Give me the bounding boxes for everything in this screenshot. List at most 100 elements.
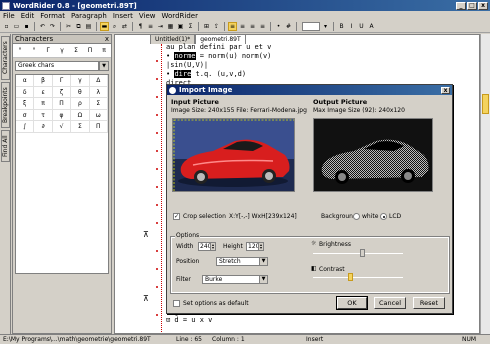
brightness-thumb[interactable] [360,249,365,257]
minimize-button[interactable]: _ [456,1,466,10]
character-cell[interactable]: Γ [52,75,72,87]
character-cell[interactable]: φ [52,109,72,121]
justify-icon[interactable]: ≡ [258,22,267,31]
underline-icon[interactable]: U [357,22,366,31]
find-icon[interactable]: ⌕ [110,22,119,31]
character-cell[interactable]: ∫ [16,121,35,133]
character-cell[interactable]: δ [16,86,35,98]
new-file-icon[interactable]: ▫ [2,22,11,31]
format-icon[interactable]: ¶ [136,22,145,31]
symbol-cell[interactable]: ° [13,44,27,57]
symbol-cell[interactable]: Σ [69,44,83,57]
character-cell[interactable]: ρ [71,98,90,110]
character-cell[interactable]: Σ [89,98,108,110]
symbol-icon[interactable]: Σ [186,22,195,31]
send-icon[interactable]: ⇪ [212,22,221,31]
breakpoint-gutter[interactable]: ⊼ ⊼ [140,44,162,332]
bullets-icon[interactable]: • [274,22,283,31]
character-cell[interactable]: θ [71,86,90,98]
list-icon[interactable]: ≡ [146,22,155,31]
height-spin-button[interactable]: ▴ ▾ [258,243,263,250]
paste-icon[interactable]: ▤ [84,22,93,31]
menu-edit[interactable]: Edit [21,12,35,20]
symbol-cell[interactable]: Γ [41,44,55,57]
redo-icon[interactable]: ↷ [48,22,57,31]
crop-selection-checkbox[interactable]: ✓ [173,213,180,220]
character-cell[interactable]: γ [71,75,90,87]
close-panel-icon[interactable]: x [105,35,109,43]
indent-icon[interactable]: ⇥ [156,22,165,31]
symbol-cell[interactable]: ° [27,44,41,57]
width-input[interactable]: 240 ▴ ▾ [198,242,216,251]
chevron-down-icon[interactable]: ▼ [259,276,267,283]
position-select[interactable]: Stretch ▼ [216,257,268,266]
tab-breakpoints[interactable]: Breakpoints [1,82,10,128]
maximize-button[interactable]: □ [467,1,477,10]
character-cell[interactable]: λ [89,86,108,98]
align-left-icon[interactable]: ≡ [228,22,237,31]
character-cell[interactable]: Π [52,98,72,110]
cancel-button[interactable]: Cancel [374,297,406,309]
menu-format[interactable]: Format [40,12,65,20]
chevron-down-icon[interactable]: ▼ [99,61,109,71]
font-size-combo[interactable] [302,22,320,31]
menu-wordrider[interactable]: WordRider [162,12,198,20]
character-cell[interactable]: ε [34,86,53,98]
charset-select[interactable]: Greek chars ▼ [15,61,109,71]
scroll-thumb[interactable] [482,94,489,114]
align-center-icon[interactable]: ≡ [238,22,247,31]
tab-characters[interactable]: Characters [1,36,10,80]
symbol-cell[interactable]: γ [55,44,69,57]
character-cell[interactable]: Ω [71,109,90,121]
character-cell[interactable]: Π [89,121,108,133]
character-cell[interactable]: √ [52,121,72,133]
set-default-checkbox[interactable] [173,300,180,307]
white-radio[interactable] [353,213,360,220]
brightness-slider[interactable] [313,253,403,254]
character-cell[interactable]: α [16,75,35,87]
menu-file[interactable]: File [3,12,15,20]
symbol-cell[interactable]: Π [83,44,97,57]
table-icon[interactable]: ▦ [166,22,175,31]
chevron-down-icon[interactable]: ▼ [259,258,267,265]
numbered-list-icon[interactable]: # [284,22,293,31]
width-spin-button[interactable]: ▴ ▾ [210,243,215,250]
ok-button[interactable]: OK [336,296,368,310]
calc-icon[interactable]: ⊞ [202,22,211,31]
character-cell[interactable]: π [34,98,53,110]
undo-icon[interactable]: ↶ [38,22,47,31]
character-cell[interactable]: β [34,75,53,87]
reset-button[interactable]: Reset [413,297,445,309]
character-cell[interactable]: ξ [16,98,35,110]
symbol-cell[interactable]: π [97,44,111,57]
contrast-slider[interactable] [313,277,403,278]
editor-scrollbar[interactable] [480,34,490,334]
character-cell[interactable]: ω [89,109,108,121]
dialog-close-button[interactable]: x [441,86,450,94]
breakpoint-icon[interactable]: ⊼ [143,294,149,303]
replace-icon[interactable]: ⇄ [120,22,129,31]
input-picture[interactable] [172,118,295,192]
close-button[interactable]: x [478,1,488,10]
character-cell[interactable]: ∂ [34,121,53,133]
save-icon[interactable]: ▪ [22,22,31,31]
character-cell[interactable]: Σ [71,121,90,133]
cut-icon[interactable]: ✂ [64,22,73,31]
character-cell[interactable]: Δ [89,75,108,87]
tab-find-all[interactable]: Find All [1,130,10,162]
menu-insert[interactable]: Insert [113,12,133,20]
italic-icon[interactable]: I [347,22,356,31]
menu-paragraph[interactable]: Paragraph [71,12,107,20]
font-color-icon[interactable]: A [367,22,376,31]
height-input[interactable]: 120 ▴ ▾ [246,242,264,251]
highlight-icon[interactable]: ▬ [100,22,109,31]
picture-icon[interactable]: ▣ [176,22,185,31]
character-cell[interactable]: ζ [52,86,72,98]
lcd-radio[interactable] [380,213,387,220]
bold-icon[interactable]: B [337,22,346,31]
filter-select[interactable]: Burke ▼ [202,275,268,284]
chevron-down-icon[interactable]: ▾ [321,22,330,31]
copy-icon[interactable]: ⧉ [74,22,83,31]
contrast-thumb[interactable] [348,273,354,281]
character-cell[interactable]: σ [16,109,35,121]
